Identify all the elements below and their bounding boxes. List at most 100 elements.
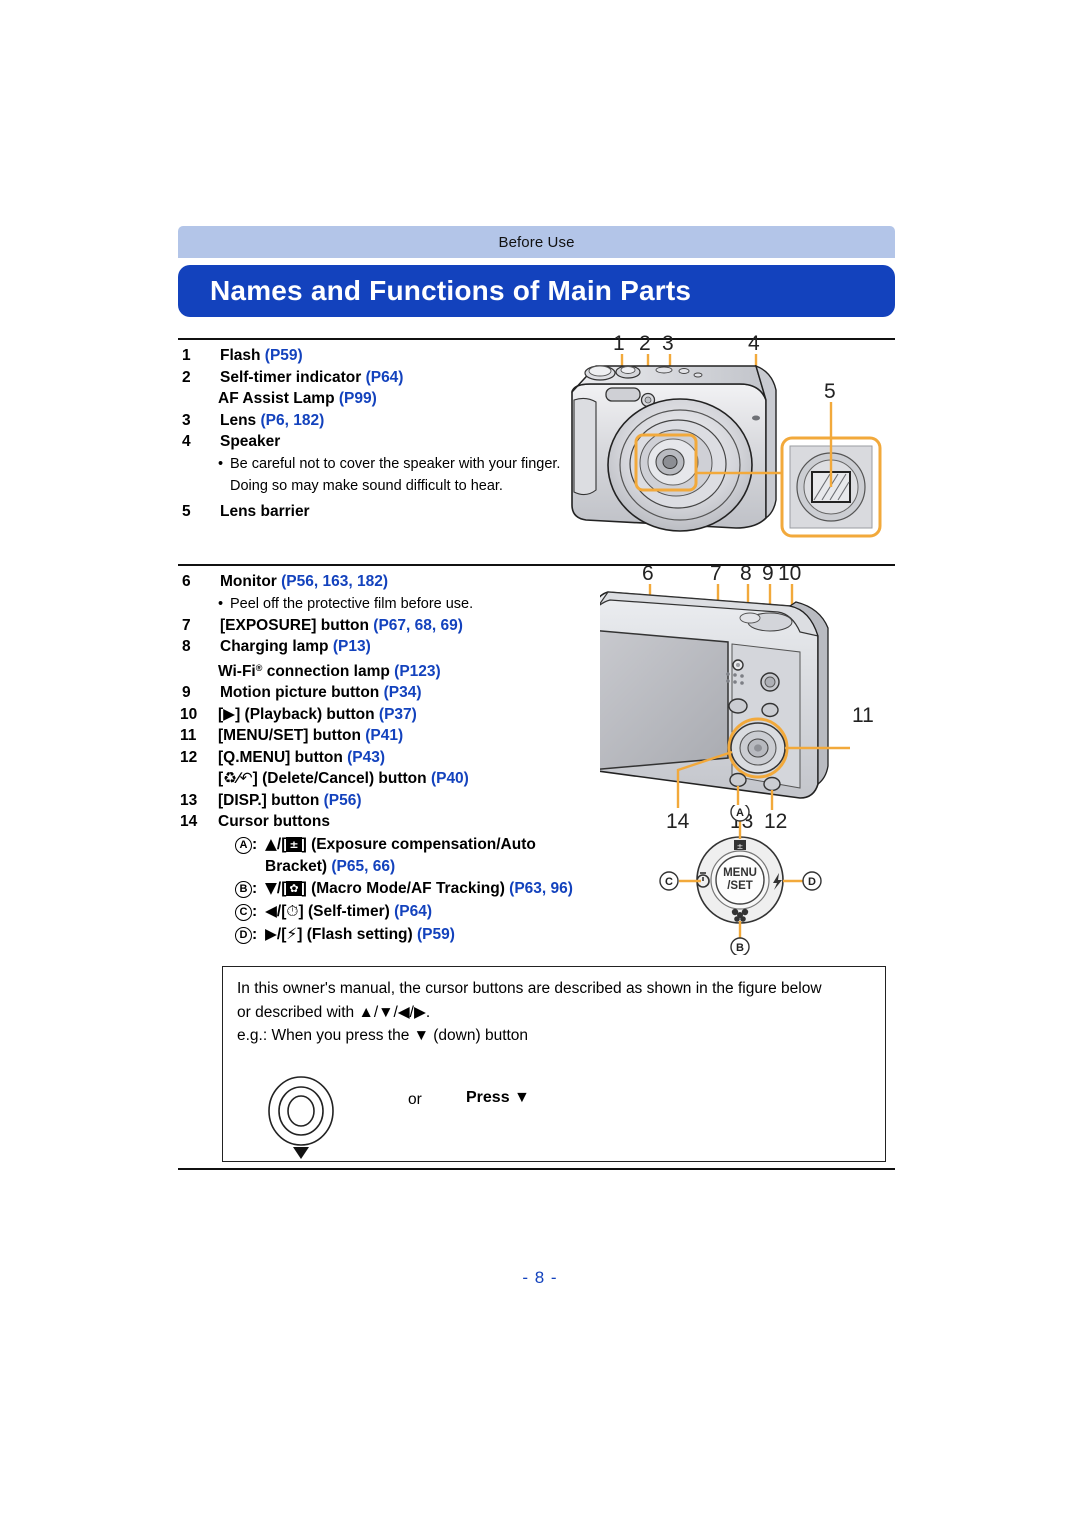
page-title-bar: Names and Functions of Main Parts xyxy=(178,265,895,317)
item-number: 13 xyxy=(180,791,198,809)
item-number: 12 xyxy=(180,748,198,766)
item-label: Flash xyxy=(220,347,261,364)
cursor-refs-a: (P65, 66) xyxy=(331,857,396,875)
item-number: 10 xyxy=(180,705,198,723)
list-item: 1 Flash (P59) xyxy=(180,345,570,367)
item-label-cont: AF Assist Lamp xyxy=(218,390,335,407)
back-arrow-icon: ↶ xyxy=(239,769,253,787)
item-bullet: • Be careful not to cover the speaker wi… xyxy=(180,453,570,497)
list-item: 5 Lens barrier xyxy=(180,501,570,523)
item-refs-cont: (P40) xyxy=(430,770,469,787)
item-label: Monitor xyxy=(220,573,277,590)
item-refs: (P56, 163, 182) xyxy=(281,573,388,590)
cursor-item-a: A: ▲/[±] (Exposure compensation/Auto xyxy=(180,833,580,856)
callout-11: 11 xyxy=(852,704,874,727)
list-item: 13 [DISP.] button (P56) xyxy=(180,790,580,812)
svg-text:±: ± xyxy=(737,842,744,851)
cursor-refs-b: (P63, 96) xyxy=(509,880,573,897)
manual-page: Before Use Names and Functions of Main P… xyxy=(0,0,1080,1526)
item-label: [EXPOSURE] button xyxy=(220,616,369,634)
item-number: 4 xyxy=(182,433,191,450)
cursor-diagram-svg: MENU /SET ± A B C D xyxy=(659,802,822,957)
menu-set-label-line2: /SET xyxy=(727,880,753,892)
item-label: [▶] (Playback) button xyxy=(218,704,375,723)
item-refs: (P34) xyxy=(383,684,422,701)
playback-icon: ▶ xyxy=(223,704,236,723)
item-refs: (P64) xyxy=(365,368,404,386)
cursor-text-b: ▼/[✿] (Macro Mode/AF Tracking) (P63, 96) xyxy=(265,879,573,897)
list-item: 9 Motion picture button (P34) xyxy=(180,682,580,704)
registered-icon: ® xyxy=(255,662,263,673)
callout-5: 5 xyxy=(824,380,836,403)
cursor-item-b: B: ▼/[✿] (Macro Mode/AF Tracking) (P63, … xyxy=(180,877,580,900)
cursor-text-a-cont: Bracket) xyxy=(265,857,328,875)
bullet-dot: • xyxy=(218,455,224,472)
cursor-tag-c: C: xyxy=(235,900,265,923)
item-number: 5 xyxy=(182,502,191,520)
item-refs: (P43) xyxy=(347,748,386,766)
bullet-dot: • xyxy=(218,595,224,612)
item-refs: (P6, 182) xyxy=(260,411,325,429)
callout-10: 10 xyxy=(778,562,802,585)
page-footer: - 8 - xyxy=(522,1268,558,1287)
cursor-button-diagram: MENU /SET ± A B C D xyxy=(655,802,825,957)
list-item: 3 Lens (P6, 182) xyxy=(180,410,570,432)
page-title: Names and Functions of Main Parts xyxy=(210,275,692,306)
item-refs: (P41) xyxy=(365,727,404,744)
note-line-2: or described with ▲/▼/◀/▶. xyxy=(237,1003,431,1021)
item-refs: (P59) xyxy=(264,347,303,364)
callout-1: 1 xyxy=(613,332,625,355)
item-label: [MENU/SET] button xyxy=(218,727,361,744)
note-line-3: e.g.: When you press the ▼ (down) button xyxy=(237,1027,529,1044)
item-label: [Q.MENU] button xyxy=(218,748,343,766)
wifi-lamp-label: Wi-Fi® connection lamp xyxy=(218,662,390,680)
item-number: 7 xyxy=(182,616,191,634)
list-item: 12 [Q.MENU] button (P43) xyxy=(180,747,580,769)
list-item: 4 Speaker xyxy=(180,431,570,453)
cursor-tag-d: D: xyxy=(235,923,265,946)
item-number: 9 xyxy=(182,684,191,701)
item-refs: (P56) xyxy=(323,791,362,809)
cursor-diagram-tag-d: D xyxy=(808,876,816,888)
rear-view-illustration: 6 7 8 9 10 11 12 13 14 xyxy=(589,562,900,833)
note-press-label: Press ▼ xyxy=(466,1089,530,1106)
item-number: 1 xyxy=(182,347,191,364)
macro-mode-icon: ✿ xyxy=(286,881,302,896)
item-label: Lens xyxy=(220,411,257,429)
self-timer-icon: ⏱ xyxy=(286,902,299,920)
example-cursor-graphic xyxy=(268,1076,334,1159)
item-number: 8 xyxy=(182,638,191,655)
list-item: 2 Self-timer indicator (P64) xyxy=(180,367,570,389)
item-number: 14 xyxy=(180,813,198,830)
item-bullet: • Peel off the protective film before us… xyxy=(180,593,580,615)
trash-icon: ♻ xyxy=(223,769,238,787)
item-label: [DISP.] button xyxy=(218,791,320,809)
front-view-illustration: 1 2 3 4 5 xyxy=(560,332,900,560)
list-item: 7 [EXPOSURE] button (P67, 68, 69) xyxy=(180,615,580,637)
item-continuation: [♻∕↶] (Delete/Cancel) button (P40) xyxy=(180,768,580,790)
item-continuation: AF Assist Lamp (P99) xyxy=(180,388,570,410)
item-label: Speaker xyxy=(220,433,281,450)
cursor-text-c: ◀/[⏱] (Self-timer) (P64) xyxy=(265,902,432,920)
item-refs: (P37) xyxy=(378,705,417,723)
cursor-item-a-cont: Bracket) (P65, 66) xyxy=(180,856,580,878)
item-label: Lens barrier xyxy=(220,502,310,520)
item-number: 6 xyxy=(182,573,191,590)
callout-9: 9 xyxy=(762,562,774,585)
cursor-diagram-tag-a: A xyxy=(736,807,744,819)
callout-2: 2 xyxy=(639,332,651,355)
rear-view-svg xyxy=(589,584,850,810)
cursor-refs-d: (P59) xyxy=(416,926,455,943)
cursor-note-text: In this owner's manual, the cursor butto… xyxy=(237,977,877,1048)
item-label: Motion picture button xyxy=(220,684,380,701)
exposure-comp-icon: ± xyxy=(286,836,302,852)
callout-3: 3 xyxy=(662,332,674,355)
flash-setting-icon: ⚡ xyxy=(286,925,298,943)
divider-bottom xyxy=(178,1168,895,1170)
list-item: 10 [▶] (Playback) button (P37) xyxy=(180,704,580,726)
parts-list-front: 1 Flash (P59) 2 Self-timer indicator (P6… xyxy=(180,345,570,522)
list-item: 14 Cursor buttons xyxy=(180,811,580,833)
cursor-text-a: ▲/[±] (Exposure compensation/Auto xyxy=(265,834,536,853)
item-label: Self-timer indicator xyxy=(220,368,362,386)
item-refs-cont: (P123) xyxy=(394,662,441,680)
